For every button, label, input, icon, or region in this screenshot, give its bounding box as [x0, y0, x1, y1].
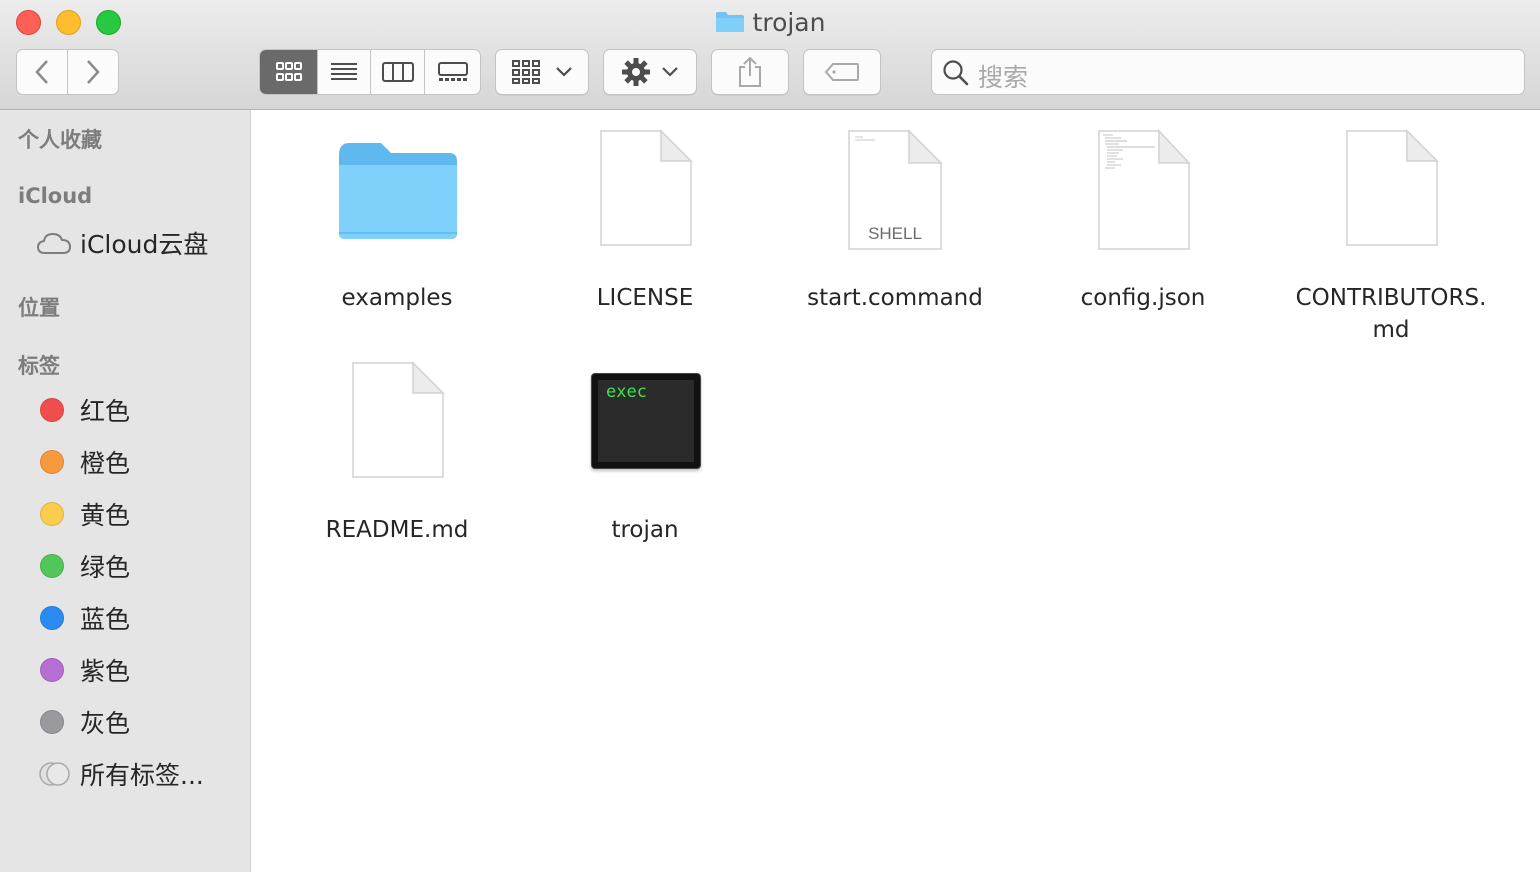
sidebar-item-label: 蓝色: [80, 605, 131, 634]
sidebar-item-icloud-drive[interactable]: iCloud云盘: [36, 226, 208, 260]
grid-icon: [512, 60, 540, 84]
gear-icon: [622, 58, 650, 86]
shell-document-icon: [848, 129, 943, 250]
tag-dot-icon: [40, 502, 64, 526]
file-item-document[interactable]: CONTRIBUTORS. md: [1271, 125, 1511, 346]
file-name: examples: [341, 285, 453, 311]
document-icon: [600, 129, 693, 246]
file-name: start.command: [807, 285, 983, 311]
tags-header: 标签: [18, 354, 60, 378]
file-name: LICENSE: [596, 285, 694, 311]
view-mode-control: [259, 49, 481, 95]
sidebar-all-tags[interactable]: 所有标签...: [38, 757, 204, 791]
share-icon: [739, 56, 761, 87]
icon-view-button[interactable]: [260, 50, 318, 94]
search-icon: [943, 60, 969, 86]
tag-dot-icon: [40, 710, 64, 734]
file-name: config.json: [1080, 285, 1206, 311]
gallery-view-button[interactable]: [425, 50, 480, 94]
columns-icon: [381, 62, 414, 82]
folder-icon: [339, 143, 457, 239]
edit-tags-button[interactable]: [803, 49, 881, 95]
list-icon: [331, 63, 357, 80]
file-name: README.md: [325, 517, 469, 543]
sidebar-item-label: 橙色: [80, 449, 131, 478]
file-name: trojan: [611, 517, 679, 543]
nav-buttons: [16, 49, 119, 95]
file-item-executable[interactable]: exec trojan: [525, 357, 765, 546]
sidebar-item-label: 紫色: [80, 657, 131, 686]
finder-window: trojan 搜索 个人收藏 iCloud iCloud云盘 位置 标签 红色 …: [0, 0, 1540, 872]
back-button[interactable]: [17, 50, 68, 94]
chevron-left-icon: [35, 60, 48, 84]
all-tags-icon: [39, 762, 70, 786]
file-name: CONTRIBUTORS. md: [1295, 285, 1487, 343]
sidebar-item-label: 黄色: [80, 501, 131, 530]
terminal-exec-icon: exec: [591, 373, 701, 469]
file-item-shell-script[interactable]: SHELL start.command: [775, 125, 1015, 314]
chevron-down-icon: [662, 67, 678, 77]
sidebar-tag-green[interactable]: 绿色: [40, 549, 130, 583]
tag-dot-icon: [40, 606, 64, 630]
sidebar-item-label: iCloud云盘: [80, 230, 209, 259]
exec-badge: exec: [606, 382, 647, 402]
icloud-header: iCloud: [18, 184, 93, 208]
text-preview-icon: [1098, 129, 1191, 250]
file-item-json[interactable]: config.json: [1023, 125, 1263, 314]
sidebar-tag-red[interactable]: 红色: [40, 393, 130, 427]
document-icon: [1346, 129, 1439, 246]
tag-dot-icon: [40, 658, 64, 682]
sidebar-item-label: 灰色: [80, 709, 131, 738]
sidebar-tag-yellow[interactable]: 黄色: [40, 497, 130, 531]
document-icon: [352, 361, 445, 478]
file-item-document[interactable]: LICENSE: [525, 125, 765, 314]
column-view-button[interactable]: [371, 50, 425, 94]
share-button[interactable]: [711, 49, 789, 95]
tag-dot-icon: [40, 554, 64, 578]
tag-dot-icon: [40, 398, 64, 422]
toolbar: trojan 搜索: [0, 0, 1540, 110]
sidebar-tag-purple[interactable]: 紫色: [40, 653, 130, 687]
window-title-text: trojan: [752, 8, 826, 37]
folder-icon: [715, 12, 744, 32]
sidebar-tag-gray[interactable]: 灰色: [40, 705, 130, 739]
chevron-down-icon: [556, 67, 572, 77]
search-placeholder: 搜索: [978, 63, 1029, 92]
tag-dot-icon: [40, 450, 64, 474]
gallery-icon: [437, 62, 468, 81]
file-item-document[interactable]: README.md: [277, 357, 517, 546]
list-view-button[interactable]: [318, 50, 371, 94]
shell-badge: SHELL: [868, 224, 922, 243]
sidebar-tag-blue[interactable]: 蓝色: [40, 601, 130, 635]
search-field[interactable]: 搜索: [931, 49, 1525, 95]
sidebar-item-label: 所有标签...: [80, 761, 204, 790]
file-item-folder[interactable]: examples: [277, 125, 517, 314]
group-by-button[interactable]: [495, 49, 589, 95]
cloud-icon: [36, 232, 72, 254]
grid-icon: [275, 62, 302, 81]
sidebar-item-label: 绿色: [80, 553, 131, 582]
file-browser: examples LICENSE SHELL start.command con…: [252, 111, 1540, 872]
sidebar-tag-orange[interactable]: 橙色: [40, 445, 130, 479]
tag-icon: [824, 63, 859, 81]
action-button[interactable]: [603, 49, 697, 95]
sidebar-item-label: 红色: [80, 397, 131, 426]
window-title: trojan: [0, 8, 1540, 38]
locations-header: 位置: [18, 296, 60, 320]
sidebar: 个人收藏 iCloud iCloud云盘 位置 标签 红色 橙色 黄色 绿色 蓝…: [0, 110, 251, 872]
chevron-right-icon: [86, 60, 100, 84]
forward-button[interactable]: [68, 50, 119, 94]
favorites-header: 个人收藏: [18, 128, 102, 152]
